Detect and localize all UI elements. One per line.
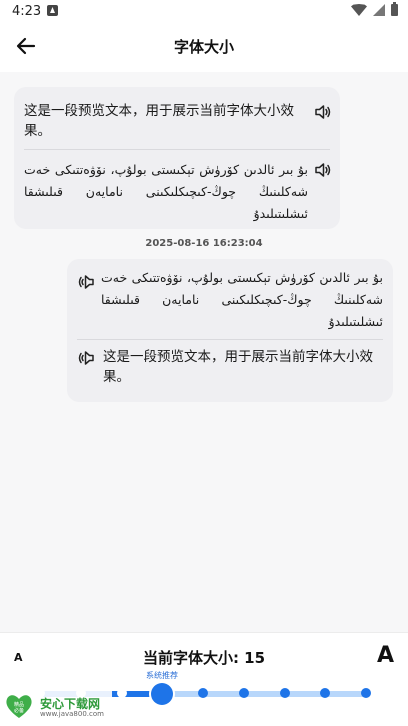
- watermark: 精品 必备 安心下载网 www.java800.com: [2, 690, 112, 722]
- speaker-icon[interactable]: [77, 349, 95, 367]
- status-bar: 4:23: [0, 0, 408, 24]
- system-recommend-label: 系统推荐: [146, 671, 178, 680]
- slider-step[interactable]: [361, 688, 371, 698]
- app-bar: 字体大小: [0, 24, 408, 72]
- speaker-icon[interactable]: [77, 273, 95, 291]
- preview-bubble-right: بۇ بىر ئالدىن كۆرۈش تېكىستى بولۇپ، نۆۋەت…: [67, 259, 393, 402]
- speaker-icon[interactable]: [314, 161, 332, 179]
- slider-step[interactable]: [116, 688, 127, 698]
- slider-step[interactable]: [238, 688, 249, 698]
- page-title: 字体大小: [173, 38, 234, 56]
- cellular-icon: [373, 4, 385, 16]
- battery-icon: [391, 2, 398, 16]
- svg-text:必备: 必备: [14, 707, 24, 714]
- status-icons: [351, 2, 398, 16]
- status-time: 4:23: [12, 4, 42, 19]
- current-font-size-label: 当前字体大小: 15: [142, 649, 266, 667]
- speaker-icon[interactable]: [314, 103, 332, 121]
- preview-text-uyghur: بۇ بىر ئالدىن كۆرۈش تېكىستى بولۇپ، نۆۋەت…: [24, 162, 308, 221]
- wifi-icon: [351, 4, 367, 16]
- divider: [24, 149, 330, 150]
- slider-step[interactable]: [320, 688, 331, 698]
- watermark-url: www.java800.com: [40, 710, 104, 718]
- preview-text-chinese: 这是一段预览文本，用于展示当前字体大小效果。: [24, 103, 294, 139]
- preview-bubble-left: 这是一段预览文本，用于展示当前字体大小效果。 بۇ بىر ئالدىن كۆر…: [14, 87, 340, 229]
- preview-text-uyghur: بۇ بىر ئالدىن كۆرۈش تېكىستى بولۇپ، نۆۋەت…: [101, 270, 383, 329]
- slider-thumb[interactable]: [151, 683, 174, 705]
- slider-step[interactable]: [198, 688, 208, 698]
- message-timestamp: 2025-08-16 16:23:04: [145, 238, 263, 249]
- large-font-label: A: [376, 643, 394, 668]
- slider-step[interactable]: [279, 688, 290, 698]
- divider: [77, 339, 383, 340]
- heart-logo-icon: 精品 必备: [6, 695, 32, 718]
- preview-text-chinese: 这是一段预览文本，用于展示当前字体大小效果。: [103, 349, 373, 385]
- preview-area: 这是一段预览文本，用于展示当前字体大小效果。 بۇ بىر ئالدىن كۆر…: [0, 72, 408, 632]
- notification-icon: [47, 5, 58, 16]
- svg-text:精品: 精品: [14, 701, 24, 708]
